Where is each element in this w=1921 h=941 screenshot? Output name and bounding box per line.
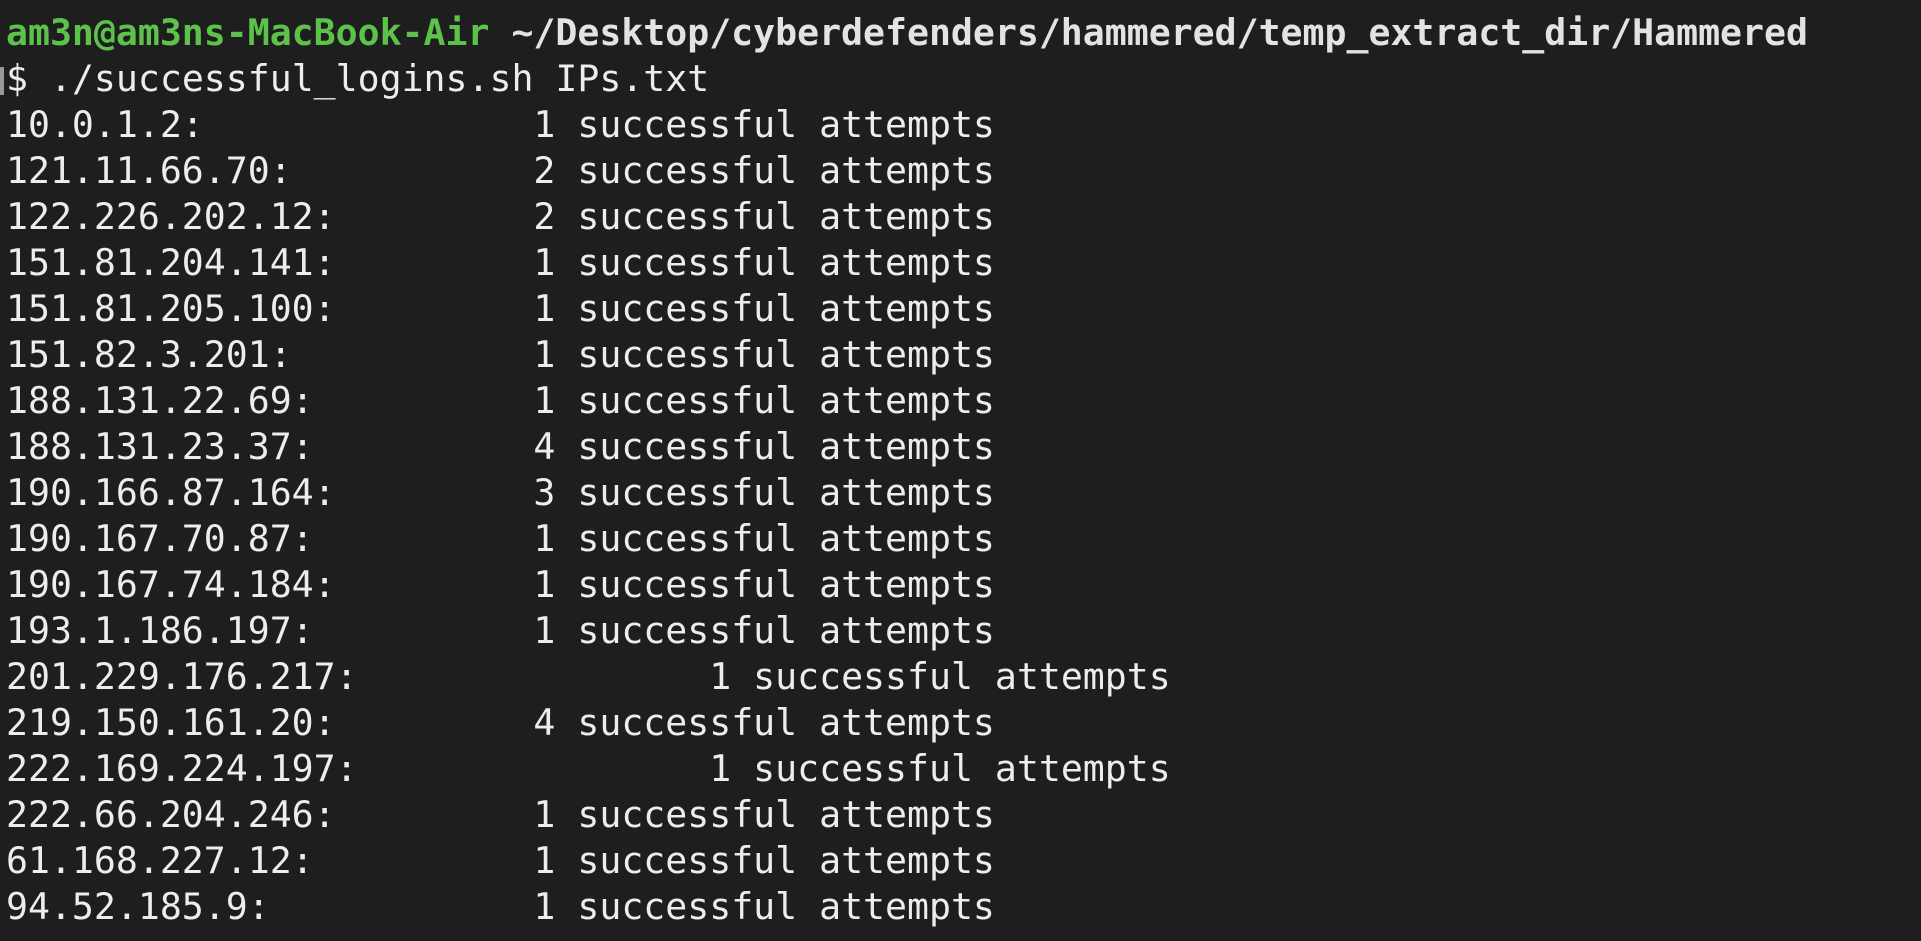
output-line: 190.167.74.184: 1 successful attempts [6,562,1921,608]
tab-spacing [336,792,534,838]
attempt-suffix: successful attempts [555,517,995,560]
tab-spacing [314,516,534,562]
ip-address: 193.1.186.197: [6,609,314,652]
output-line: 10.0.1.2: 1 successful attempts [6,102,1921,148]
tab-spacing [314,424,534,470]
output-line: 201.229.176.217: 1 successful attempts [6,654,1921,700]
attempt-count: 1 [533,793,556,836]
command-line[interactable]: $ ./successful_logins.sh IPs.txt [0,56,1921,102]
output-line: 219.150.161.20: 4 successful attempts [6,700,1921,746]
output-line: 188.131.22.69: 1 successful attempts [6,378,1921,424]
output-line: 121.11.66.70: 2 successful attempts [6,148,1921,194]
output-line: 222.66.204.246: 1 successful attempts [6,792,1921,838]
ip-address: 188.131.23.37: [6,425,314,468]
attempt-count: 1 [533,839,556,882]
output-line: 151.81.205.100: 1 successful attempts [6,286,1921,332]
output-line: 61.168.227.12: 1 successful attempts [6,838,1921,884]
output-line: 188.131.23.37: 4 successful attempts [6,424,1921,470]
ip-address: 121.11.66.70: [6,149,292,192]
attempt-suffix: successful attempts [555,793,995,836]
attempt-suffix: successful attempts [555,839,995,882]
tab-spacing [314,378,534,424]
attempt-count: 2 [533,149,556,192]
attempt-count: 1 [533,517,556,560]
prompt-symbol: $ [6,57,28,100]
output-line: 151.82.3.201: 1 successful attempts [6,332,1921,378]
ip-address: 222.66.204.246: [6,793,336,836]
ip-address: 190.166.87.164: [6,471,336,514]
output-line: 94.52.185.9: 1 successful attempts [6,884,1921,930]
attempt-suffix: successful attempts [555,241,995,284]
attempt-suffix: successful attempts [555,103,995,146]
attempt-count: 1 [709,655,732,698]
tab-spacing [314,608,534,654]
prompt-path: ~/Desktop/cyberdefenders/hammered/temp_e… [511,11,1808,54]
ip-address: 94.52.185.9: [6,885,270,928]
command-output: 10.0.1.2: 1 successful attempts 121.11.66… [6,102,1921,930]
attempt-suffix: successful attempts [555,333,995,376]
prompt-line: am3n@am3ns-MacBook-Air ~/Desktop/cyberde… [6,10,1921,56]
attempt-count: 1 [533,103,556,146]
ip-address: 61.168.227.12: [6,839,314,882]
attempt-suffix: successful attempts [555,149,995,192]
attempt-suffix: successful attempts [555,563,995,606]
ip-address: 190.167.70.87: [6,517,314,560]
ip-address: 151.82.3.201: [6,333,292,376]
output-line: 193.1.186.197: 1 successful attempts [6,608,1921,654]
attempt-count: 1 [533,609,556,652]
attempt-suffix: successful attempts [555,425,995,468]
text-cursor-icon [0,66,4,95]
output-line: 190.167.70.87: 1 successful attempts [6,516,1921,562]
tab-spacing [336,470,534,516]
output-line: 190.166.87.164: 3 successful attempts [6,470,1921,516]
ip-address: 201.229.176.217: [6,655,358,698]
tab-spacing [336,562,534,608]
attempt-count: 1 [533,885,556,928]
attempt-count: 1 [533,379,556,422]
tab-spacing [314,838,534,884]
attempt-count: 1 [533,241,556,284]
attempt-suffix: successful attempts [555,379,995,422]
attempt-suffix: successful attempts [555,885,995,928]
tab-spacing [358,746,710,792]
attempt-count: 1 [533,563,556,606]
ip-address: 222.169.224.197: [6,747,358,790]
terminal-window[interactable]: am3n@am3ns-MacBook-Air ~/Desktop/cyberde… [0,0,1921,941]
output-line: 151.81.204.141: 1 successful attempts [6,240,1921,286]
output-line: 122.226.202.12: 2 successful attempts [6,194,1921,240]
tab-spacing [358,654,710,700]
ip-address: 10.0.1.2: [6,103,204,146]
ip-address: 151.81.204.141: [6,241,336,284]
ip-address: 190.167.74.184: [6,563,336,606]
tab-spacing [270,884,534,930]
tab-spacing [204,102,534,148]
attempt-count: 1 [533,287,556,330]
attempt-suffix: successful attempts [555,701,995,744]
tab-spacing [292,332,534,378]
attempt-suffix: successful attempts [731,747,1171,790]
attempt-suffix: successful attempts [731,655,1171,698]
output-line: 222.169.224.197: 1 successful attempts [6,746,1921,792]
tab-spacing [336,240,534,286]
tab-spacing [336,700,534,746]
attempt-count: 4 [533,425,556,468]
ip-address: 122.226.202.12: [6,195,336,238]
attempt-suffix: successful attempts [555,471,995,514]
tab-spacing [292,148,534,194]
attempt-suffix: successful attempts [555,195,995,238]
attempt-count: 1 [533,333,556,376]
attempt-count: 1 [709,747,732,790]
command-text: ./successful_logins.sh IPs.txt [49,57,710,100]
attempt-suffix: successful attempts [555,287,995,330]
attempt-suffix: successful attempts [555,609,995,652]
ip-address: 151.81.205.100: [6,287,336,330]
attempt-count: 4 [533,701,556,744]
ip-address: 188.131.22.69: [6,379,314,422]
attempt-count: 3 [533,471,556,514]
prompt-user-host: am3n@am3ns-MacBook-Air [6,11,490,54]
ip-address: 219.150.161.20: [6,701,336,744]
tab-spacing [336,194,534,240]
tab-spacing [336,286,534,332]
attempt-count: 2 [533,195,556,238]
